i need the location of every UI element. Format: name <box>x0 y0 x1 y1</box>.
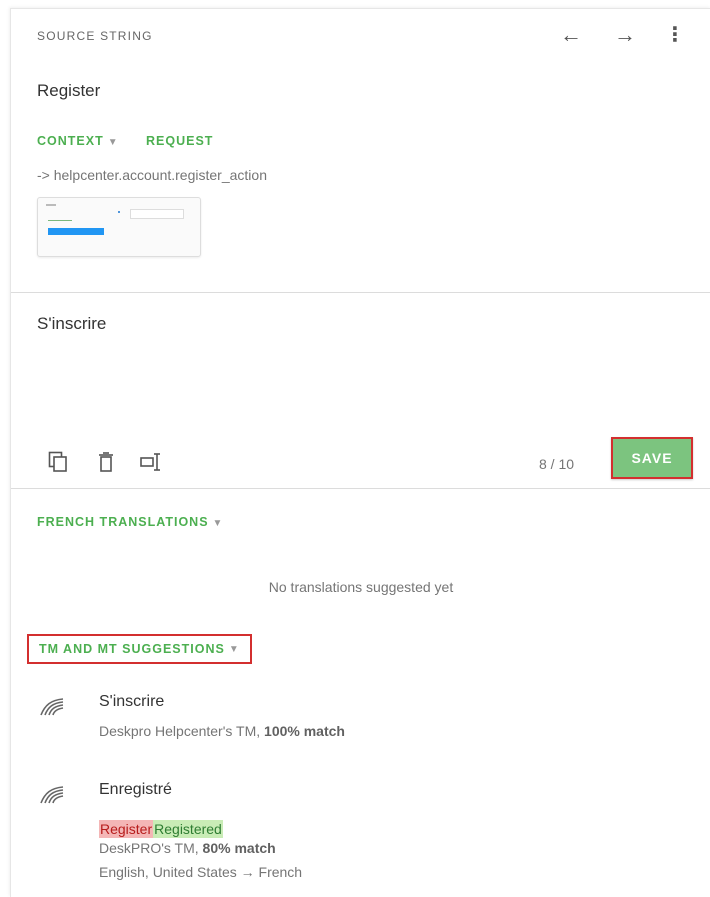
suggestion-text[interactable]: Enregistré <box>99 781 172 799</box>
source-text: Register <box>37 81 101 100</box>
tm-mt-suggestions-title: TM AND MT SUGGESTIONS <box>39 642 225 656</box>
translation-memory-icon <box>39 785 65 805</box>
diff-removed: Register <box>99 820 154 838</box>
source-string-header: SOURCE STRING <box>37 29 153 43</box>
text-cursor-icon[interactable] <box>139 449 165 475</box>
divider <box>11 292 710 293</box>
diff-added: Registered <box>153 820 223 838</box>
next-arrow-icon[interactable]: → <box>611 21 639 49</box>
french-translations-header[interactable]: FRENCH TRANSLATIONS ▼ <box>37 515 223 529</box>
match-percentage: 80% match <box>202 840 276 856</box>
context-key: -> helpcenter.account.register_action <box>37 167 267 183</box>
previous-arrow-icon[interactable]: ← <box>557 21 585 49</box>
caret-down-icon: ▼ <box>212 518 224 529</box>
empty-translations-message: No translations suggested yet <box>268 579 454 595</box>
caret-down-icon: ▼ <box>107 137 119 148</box>
trash-icon[interactable] <box>93 449 119 475</box>
translation-panel: SOURCE STRING ← → ⋮ Register CONTEXT ▼ RE… <box>10 8 710 897</box>
divider <box>11 488 710 489</box>
match-percentage: 100% match <box>264 723 345 739</box>
tab-context[interactable]: CONTEXT ▼ <box>37 134 119 148</box>
caret-down-icon: ▼ <box>228 643 240 655</box>
tab-context-label: CONTEXT <box>37 134 104 148</box>
suggestion-languages: English, United States → French <box>99 864 303 880</box>
translation-input[interactable]: S'inscrire <box>37 314 106 334</box>
tab-request[interactable]: REQUEST <box>146 134 213 148</box>
context-screenshot-thumbnail[interactable] <box>37 197 201 257</box>
copy-source-icon[interactable] <box>45 449 71 475</box>
french-translations-title: FRENCH TRANSLATIONS <box>37 515 209 529</box>
suggestion-source: Deskpro Helpcenter's TM, 100% match <box>99 723 345 739</box>
suggestion-text[interactable]: S'inscrire <box>99 693 164 711</box>
tm-mt-suggestions-header[interactable]: TM AND MT SUGGESTIONS ▼ <box>27 634 252 664</box>
character-counter: 8 / 10 <box>539 456 575 472</box>
suggestion-source: DeskPRO's TM, 80% match <box>99 840 276 856</box>
suggestion-diff: Register Registered <box>99 820 223 838</box>
save-button[interactable]: SAVE <box>611 437 693 479</box>
more-options-icon[interactable]: ⋮ <box>661 21 689 49</box>
translation-memory-icon <box>39 697 65 717</box>
